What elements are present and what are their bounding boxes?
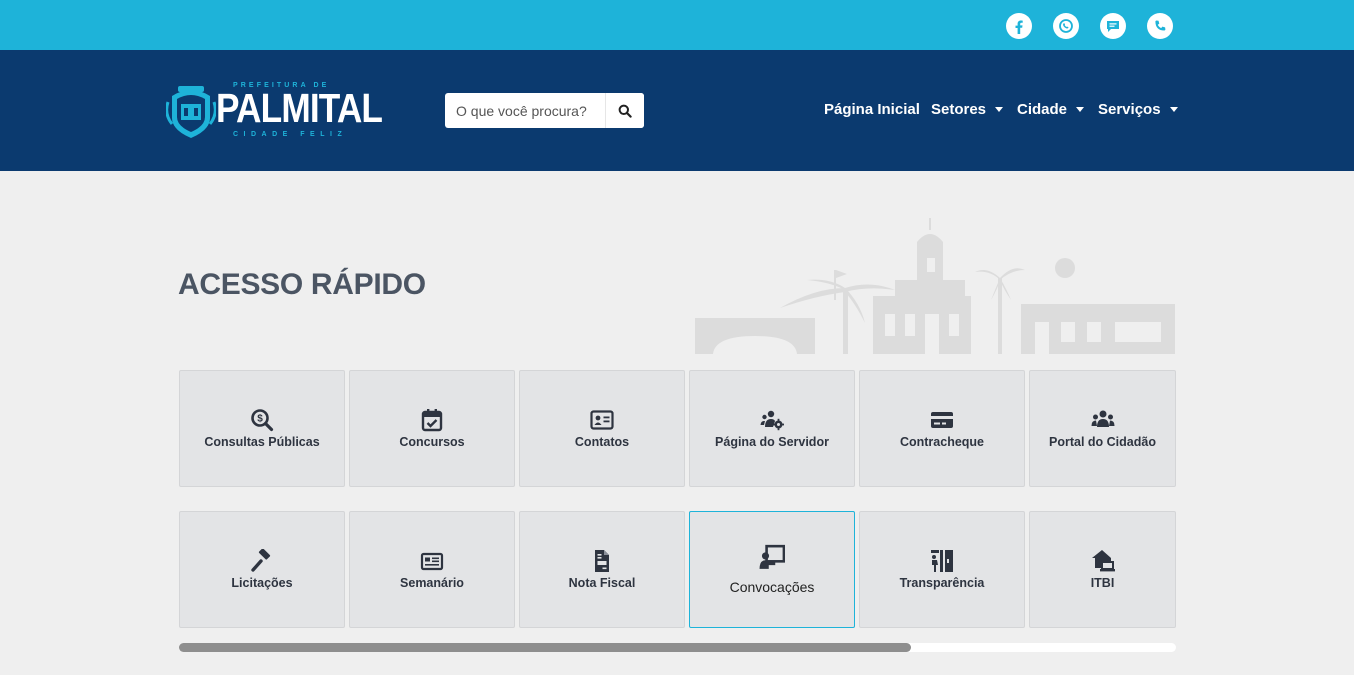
nav-servicos-label: Serviços <box>1098 101 1161 118</box>
city-skyline-illustration <box>695 218 1175 354</box>
palmital-logo[interactable]: PREFEITURA DE PALMITAL CIDADE FELIZ <box>166 82 383 142</box>
chat-link[interactable] <box>1100 13 1126 39</box>
tile-nota-fiscal[interactable]: Nota Fiscal <box>519 511 685 628</box>
logo-cidade-feliz-text: CIDADE FELIZ <box>233 131 348 138</box>
caret-down-icon <box>1169 107 1178 112</box>
whatsapp-link[interactable] <box>1053 13 1079 39</box>
tile-convocacoes[interactable]: Convocações <box>689 511 855 628</box>
tile-licitacoes[interactable]: Licitações <box>179 511 345 628</box>
search-bar <box>445 93 644 128</box>
tile-pagina-do-servidor[interactable]: Página do Servidor <box>689 370 855 487</box>
nav-setores-label: Setores <box>931 101 987 118</box>
tile-label: Transparência <box>899 576 985 590</box>
chalkboard-teacher-icon <box>759 544 785 569</box>
house-laptop-icon <box>1091 550 1115 572</box>
coat-of-arms-icon <box>166 86 216 138</box>
tile-label: Contatos <box>574 435 630 449</box>
newspaper-icon <box>420 552 444 571</box>
users-cog-icon <box>760 410 784 431</box>
id-card-icon <box>590 410 614 430</box>
tile-label: Portal do Cidadão <box>1049 435 1156 449</box>
tile-transparencia[interactable]: Transparência <box>859 511 1025 628</box>
search-input[interactable] <box>445 93 605 128</box>
tile-consultas-publicas[interactable]: $ Consultas Públicas <box>179 370 345 487</box>
phone-link[interactable] <box>1147 13 1173 39</box>
logo-palmital-text: PALMITAL <box>216 85 383 131</box>
search-dollar-icon: $ <box>251 409 274 432</box>
svg-text:$: $ <box>257 414 263 425</box>
tile-label: Convocações <box>729 579 815 595</box>
main-header: PREFEITURA DE PALMITAL CIDADE FELIZ Pági… <box>0 50 1354 171</box>
nav-setores[interactable]: Setores <box>931 101 1004 118</box>
search-button[interactable] <box>605 93 644 128</box>
tile-label: Nota Fiscal <box>568 576 636 590</box>
tile-label: Semanário <box>400 576 464 590</box>
nav-pagina-inicial[interactable]: Página Inicial <box>824 101 920 118</box>
facebook-link[interactable] <box>1006 13 1032 39</box>
tile-label: Licitações <box>231 576 293 590</box>
tile-concursos[interactable]: Concursos <box>349 370 515 487</box>
search-icon <box>618 104 632 118</box>
tile-contracheque[interactable]: Contracheque <box>859 370 1025 487</box>
tile-contatos[interactable]: Contatos <box>519 370 685 487</box>
top-social-bar <box>0 0 1354 50</box>
facebook-icon <box>1015 20 1023 34</box>
nav-cidade-label: Cidade <box>1017 101 1068 118</box>
caret-down-icon <box>1076 107 1085 112</box>
phone-icon <box>1155 20 1166 31</box>
chat-icon <box>1107 21 1119 32</box>
nav-cidade[interactable]: Cidade <box>1017 101 1085 118</box>
caret-down-icon <box>995 107 1004 112</box>
users-icon <box>1091 410 1114 427</box>
file-invoice-icon <box>595 550 609 572</box>
tile-label: Contracheque <box>899 435 985 449</box>
tile-label: Concursos <box>399 435 465 449</box>
whatsapp-icon <box>1059 19 1073 33</box>
tile-portal-do-cidadao[interactable]: Portal do Cidadão <box>1029 370 1176 487</box>
gavel-icon <box>251 549 271 572</box>
scrollbar-thumb[interactable] <box>179 643 911 652</box>
tile-label: ITBI <box>1090 576 1115 590</box>
tile-label: Página do Servidor <box>715 435 829 449</box>
nav-servicos[interactable]: Serviços <box>1098 101 1178 118</box>
tile-itbi[interactable]: ITBI <box>1029 511 1176 628</box>
section-title: ACESSO RÁPIDO <box>178 268 426 301</box>
person-booth-icon <box>931 550 953 572</box>
horizontal-scrollbar[interactable] <box>179 643 1176 652</box>
calendar-check-icon <box>421 409 443 432</box>
tile-label: Consultas Públicas <box>204 435 320 449</box>
nav-pagina-inicial-label: Página Inicial <box>824 101 920 118</box>
credit-card-icon <box>931 412 953 428</box>
tile-semanario[interactable]: Semanário <box>349 511 515 628</box>
